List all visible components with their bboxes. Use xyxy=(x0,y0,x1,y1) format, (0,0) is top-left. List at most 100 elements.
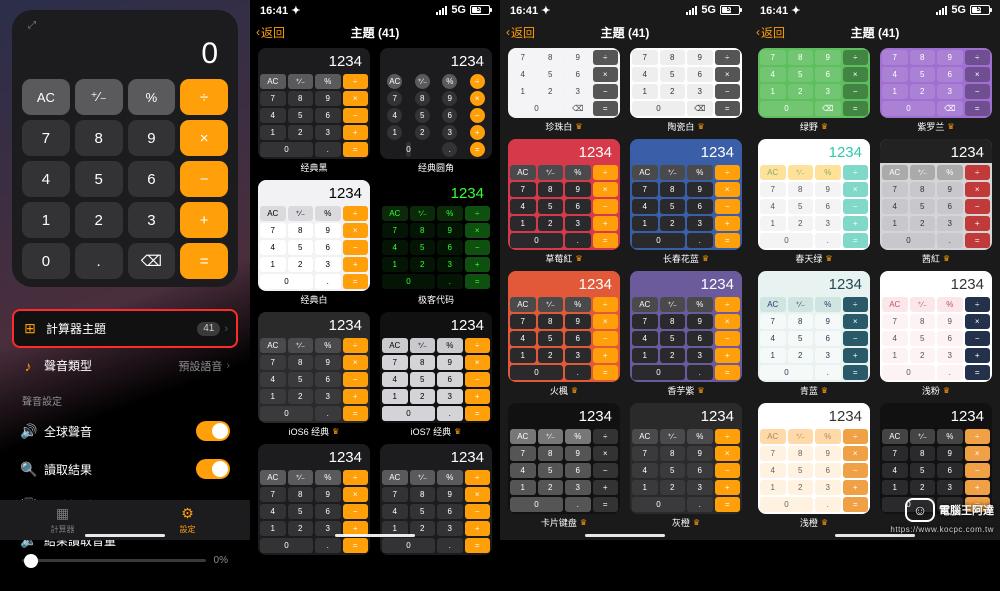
network-label: 5G xyxy=(701,4,716,16)
theme-card[interactable]: 1234AC⁺∕₋%÷789×456−123+0.= 青蓝♛ xyxy=(756,271,872,397)
key-0[interactable]: 0 xyxy=(22,243,70,279)
network-label: 5G xyxy=(451,4,466,16)
theme-preview[interactable]: 1234AC⁺∕₋%÷789×456−123+0.= xyxy=(258,444,370,555)
theme-grid: 789÷456×123−0⌫= 珍珠白♛ 789÷456×123−0⌫= 陶瓷白… xyxy=(500,44,750,563)
chevron-right-icon: › xyxy=(224,323,228,335)
theme-preview[interactable]: 1234AC⁺∕₋%÷789×456−123+0.= xyxy=(508,271,620,382)
theme-preview[interactable]: 1234AC⁺∕₋%÷789×456−123+0.= xyxy=(258,180,370,291)
theme-preview[interactable]: 1234AC⁺∕₋%÷789×456−123+0.= xyxy=(508,139,620,250)
key-8[interactable]: 8 xyxy=(75,120,123,156)
home-indicator[interactable] xyxy=(335,534,415,537)
theme-preview[interactable]: 1234AC⁺∕₋%÷789×456−123+0.= xyxy=(380,312,492,423)
key-+[interactable]: + xyxy=(180,202,228,238)
theme-card[interactable]: 1234AC⁺∕₋%÷789×456−123+0.= 浅粉♛ xyxy=(878,271,994,397)
back-button[interactable]: ‹返回 xyxy=(256,24,285,41)
setting-voice-row[interactable]: ♪聲音類型 預設語音› xyxy=(12,348,238,383)
theme-card[interactable]: 1234AC⁺∕₋%÷789×456−123+0.= 火楓♛ xyxy=(506,271,622,397)
theme-preview[interactable]: 1234AC⁺∕₋%÷789×456−123+0.= xyxy=(630,139,742,250)
home-indicator[interactable] xyxy=(835,534,915,537)
theme-preview[interactable]: 789÷456×123−0⌫= xyxy=(508,48,620,118)
theme-card[interactable]: 1234AC⁺∕₋%÷789×456−123+0.= xyxy=(378,444,494,557)
theme-preview[interactable]: 1234AC⁺∕₋%÷789×456−123+0.= xyxy=(380,48,492,159)
theme-card[interactable]: 1234AC⁺∕₋%÷789×456−123+0.= 卡片键盘♛ xyxy=(506,403,622,529)
back-button[interactable]: ‹返回 xyxy=(506,24,535,41)
theme-preview[interactable]: 1234AC⁺∕₋%÷789×456−123+0.= xyxy=(880,139,992,250)
key-5[interactable]: 5 xyxy=(75,161,123,197)
key-÷[interactable]: ÷ xyxy=(180,79,228,115)
home-indicator[interactable] xyxy=(585,534,665,537)
volume-slider[interactable]: 0% xyxy=(12,549,238,566)
key-⌫[interactable]: ⌫ xyxy=(128,243,176,279)
key-=[interactable]: = xyxy=(180,243,228,279)
theme-card[interactable]: 1234AC⁺∕₋%÷789×456−123+0.= xyxy=(256,444,372,557)
theme-preview[interactable]: 789÷456×123−0⌫= xyxy=(630,48,742,118)
theme-name: 经典圆角 xyxy=(418,161,454,174)
theme-card[interactable]: 1234AC⁺∕₋%÷789×456−123+0.= 茜紅♛ xyxy=(878,139,994,265)
theme-preview[interactable]: 1234AC⁺∕₋%÷789×456−123+0.= xyxy=(880,271,992,382)
chevron-left-icon: ‹ xyxy=(256,25,260,39)
watermark-logo-icon: ☺ xyxy=(905,498,935,522)
theme-card[interactable]: 789÷456×123−0⌫= 紫罗兰♛ xyxy=(878,48,994,133)
key-.[interactable]: . xyxy=(75,243,123,279)
theme-preview[interactable]: 1234AC⁺∕₋%÷789×456−123+0.= xyxy=(758,139,870,250)
key-%[interactable]: % xyxy=(128,79,176,115)
page-title: 主題 (41) xyxy=(601,24,650,41)
theme-card[interactable]: 1234AC⁺∕₋%÷789×456−123+0.= 极客代码 xyxy=(378,180,494,306)
toggle-switch[interactable] xyxy=(196,421,230,441)
theme-preview[interactable]: 1234AC⁺∕₋%÷789×456−123+0.= xyxy=(758,271,870,382)
theme-preview[interactable]: 1234AC⁺∕₋%÷789×456−123+0.= xyxy=(630,271,742,382)
theme-card[interactable]: 1234AC⁺∕₋%÷789×456−123+0.= 经典圆角 xyxy=(378,48,494,174)
key-4[interactable]: 4 xyxy=(22,161,70,197)
key-7[interactable]: 7 xyxy=(22,120,70,156)
setting-theme-row[interactable]: ⊞計算器主題 41› xyxy=(12,309,238,348)
theme-preview[interactable]: 1234AC⁺∕₋%÷789×456−123+0.= xyxy=(380,180,492,291)
expand-icon[interactable]: ⤢ xyxy=(22,20,228,31)
crown-icon: ♛ xyxy=(575,254,582,263)
key-×[interactable]: × xyxy=(180,120,228,156)
theme-card[interactable]: 1234AC⁺∕₋%÷789×456−123+0.= 长春花蓝♛ xyxy=(628,139,744,265)
theme-card[interactable]: 1234AC⁺∕₋%÷789×456−123+0.= 草莓紅♛ xyxy=(506,139,622,265)
key-1[interactable]: 1 xyxy=(22,202,70,238)
key-6[interactable]: 6 xyxy=(128,161,176,197)
theme-preview[interactable]: 1234AC⁺∕₋%÷789×456−123+0.= xyxy=(630,403,742,514)
theme-card[interactable]: 1234AC⁺∕₋%÷789×456−123+0.= iOS7 经典♛ xyxy=(378,312,494,438)
theme-card[interactable]: 1234AC⁺∕₋%÷789×456−123+0.= 浅橙♛ xyxy=(756,403,872,529)
chevron-left-icon: ‹ xyxy=(756,25,760,39)
theme-card[interactable]: 1234AC⁺∕₋%÷789×456−123+0.= 春天绿♛ xyxy=(756,139,872,265)
theme-card[interactable]: 1234AC⁺∕₋%÷789×456−123+0.= 灰橙♛ xyxy=(628,403,744,529)
key-3[interactable]: 3 xyxy=(128,202,176,238)
theme-card[interactable]: 1234AC⁺∕₋%÷789×456−123+0.= 经典黑 xyxy=(256,48,372,174)
theme-card[interactable]: 789÷456×123−0⌫= 绿野♛ xyxy=(756,48,872,133)
theme-preview[interactable]: 1234AC⁺∕₋%÷789×456−123+0.= xyxy=(758,403,870,514)
theme-preview[interactable]: 1234AC⁺∕₋%÷789×456−123+0.= xyxy=(508,403,620,514)
theme-preview[interactable]: 789÷456×123−0⌫= xyxy=(758,48,870,118)
key-⁺∕₋[interactable]: ⁺∕₋ xyxy=(75,79,123,115)
theme-icon: ⊞ xyxy=(22,320,38,337)
crown-icon: ♛ xyxy=(825,254,832,263)
toggle-switch[interactable] xyxy=(196,459,230,479)
theme-preview[interactable]: 789÷456×123−0⌫= xyxy=(880,48,992,118)
status-time: 16:41 ✦ xyxy=(260,4,300,17)
theme-card[interactable]: 1234AC⁺∕₋%÷789×456−123+0.= 香芋紫♛ xyxy=(628,271,744,397)
theme-preview[interactable]: 1234AC⁺∕₋%÷789×456−123+0.= xyxy=(258,312,370,423)
theme-card[interactable]: 789÷456×123−0⌫= 陶瓷白♛ xyxy=(628,48,744,133)
key-2[interactable]: 2 xyxy=(75,202,123,238)
key-AC[interactable]: AC xyxy=(22,79,70,115)
theme-card[interactable]: 1234AC⁺∕₋%÷789×456−123+0.= 经典白 xyxy=(256,180,372,306)
volume-value: 0% xyxy=(214,555,228,566)
theme-name: 紫罗兰♛ xyxy=(917,120,954,133)
key-9[interactable]: 9 xyxy=(128,120,176,156)
crown-icon: ♛ xyxy=(943,386,950,395)
theme-name: 香芋紫♛ xyxy=(667,384,704,397)
theme-card[interactable]: 1234AC⁺∕₋%÷789×456−123+0.= iOS6 经典♛ xyxy=(256,312,372,438)
watermark-text: 電腦王阿達 xyxy=(939,502,994,518)
theme-name: 茜紅♛ xyxy=(922,252,950,265)
back-button[interactable]: ‹返回 xyxy=(756,24,785,41)
theme-preview[interactable]: 1234AC⁺∕₋%÷789×456−123+0.= xyxy=(380,444,492,555)
theme-preview[interactable]: 1234AC⁺∕₋%÷789×456−123+0.= xyxy=(258,48,370,159)
key-−[interactable]: − xyxy=(180,161,228,197)
home-indicator[interactable] xyxy=(85,534,165,537)
watermark: ☺ 電腦王阿達 https://www.kocpc.com.tw xyxy=(905,498,994,522)
theme-card[interactable]: 789÷456×123−0⌫= 珍珠白♛ xyxy=(506,48,622,133)
theme-name: 长春花蓝♛ xyxy=(663,252,709,265)
